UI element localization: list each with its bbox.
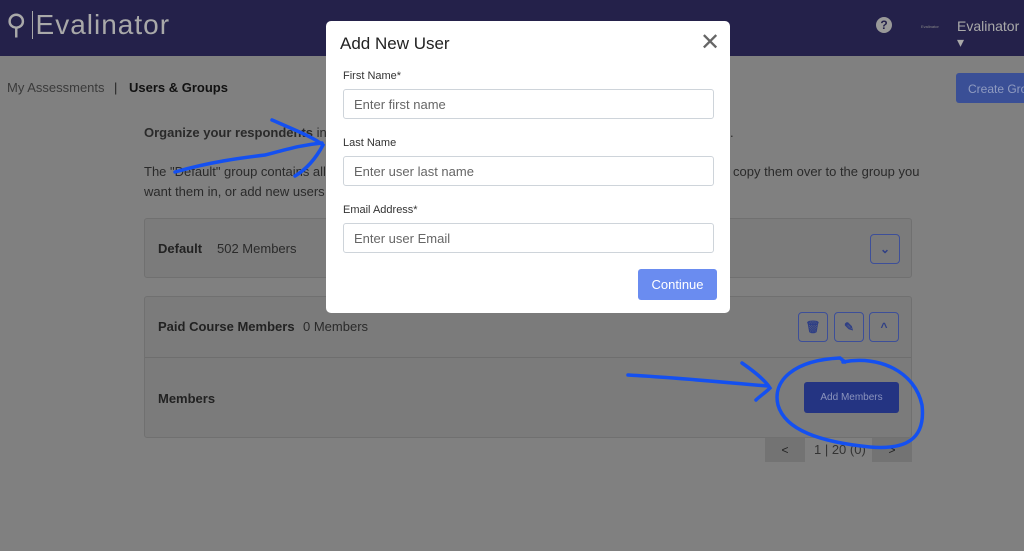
close-icon[interactable]: ✕: [700, 31, 720, 55]
modal-title: Add New User: [340, 34, 450, 53]
add-user-modal: Add New User ✕ First Name* Last Name Ema…: [326, 21, 730, 313]
last-name-input[interactable]: [343, 156, 714, 186]
continue-button[interactable]: Continue: [638, 269, 717, 300]
email-input[interactable]: [343, 223, 714, 253]
first-name-input[interactable]: [343, 89, 714, 119]
